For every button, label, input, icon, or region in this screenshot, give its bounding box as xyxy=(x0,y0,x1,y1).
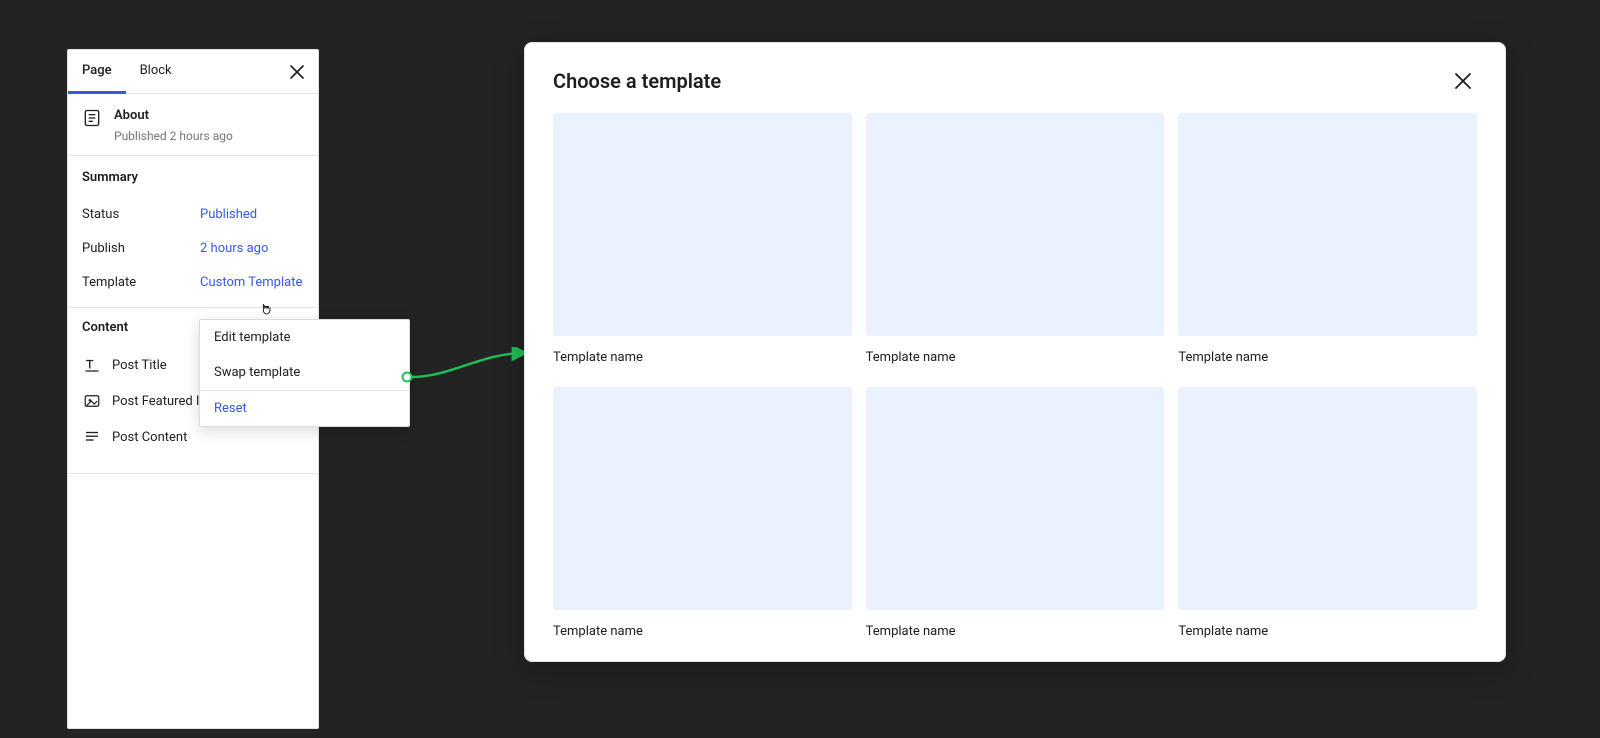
template-grid: Template name Template name Template nam… xyxy=(553,113,1477,639)
template-name: Template name xyxy=(1178,624,1477,639)
featured-image-icon xyxy=(82,391,102,411)
modal-close-button[interactable] xyxy=(1449,67,1477,95)
post-title-icon xyxy=(82,355,102,375)
content-item-label: Post Content xyxy=(112,430,187,445)
summary-template-row: Template Custom Template xyxy=(82,265,304,299)
sidebar-close-button[interactable] xyxy=(280,55,314,89)
template-card[interactable]: Template name xyxy=(553,387,852,639)
status-value[interactable]: Published xyxy=(200,207,257,222)
post-content-icon xyxy=(82,427,102,447)
summary-publish-row: Publish 2 hours ago xyxy=(82,231,304,265)
template-thumbnail xyxy=(553,113,852,336)
template-thumbnail xyxy=(1178,113,1477,336)
template-card[interactable]: Template name xyxy=(866,113,1165,365)
template-thumbnail xyxy=(866,113,1165,336)
tab-block[interactable]: Block xyxy=(126,51,186,94)
close-icon xyxy=(1454,72,1472,90)
sidebar-tabs: Page Block xyxy=(68,50,318,94)
template-card[interactable]: Template name xyxy=(866,387,1165,639)
template-name: Template name xyxy=(866,624,1165,639)
page-subtitle: Published 2 hours ago xyxy=(114,129,233,143)
publish-label: Publish xyxy=(82,241,200,256)
tab-page[interactable]: Page xyxy=(68,51,126,94)
template-card[interactable]: Template name xyxy=(553,113,852,365)
template-popover: Edit template Swap template Reset xyxy=(199,319,410,427)
template-name: Template name xyxy=(553,624,852,639)
template-thumbnail xyxy=(553,387,852,610)
template-card[interactable]: Template name xyxy=(1178,387,1477,639)
page-header: About Published 2 hours ago xyxy=(68,94,318,156)
template-label: Template xyxy=(82,275,200,290)
template-name: Template name xyxy=(866,350,1165,365)
popover-swap-template[interactable]: Swap template xyxy=(200,355,409,390)
template-name: Template name xyxy=(1178,350,1477,365)
modal-title: Choose a template xyxy=(553,69,721,93)
flow-arrow-icon xyxy=(401,347,531,387)
popover-reset[interactable]: Reset xyxy=(200,391,409,426)
template-value[interactable]: Custom Template xyxy=(200,275,302,290)
content-item-label: Post Title xyxy=(112,358,167,373)
page-title: About xyxy=(114,108,233,123)
page-icon xyxy=(82,108,102,128)
choose-template-modal: Choose a template Template name Template… xyxy=(524,42,1506,662)
close-icon xyxy=(290,65,304,79)
summary-status-row: Status Published xyxy=(82,197,304,231)
template-name: Template name xyxy=(553,350,852,365)
summary-title: Summary xyxy=(82,170,304,185)
status-label: Status xyxy=(82,207,200,222)
summary-section: Summary Status Published Publish 2 hours… xyxy=(68,156,318,308)
popover-edit-template[interactable]: Edit template xyxy=(200,320,409,355)
template-card[interactable]: Template name xyxy=(1178,113,1477,365)
template-thumbnail xyxy=(866,387,1165,610)
template-thumbnail xyxy=(1178,387,1477,610)
publish-value[interactable]: 2 hours ago xyxy=(200,241,268,256)
